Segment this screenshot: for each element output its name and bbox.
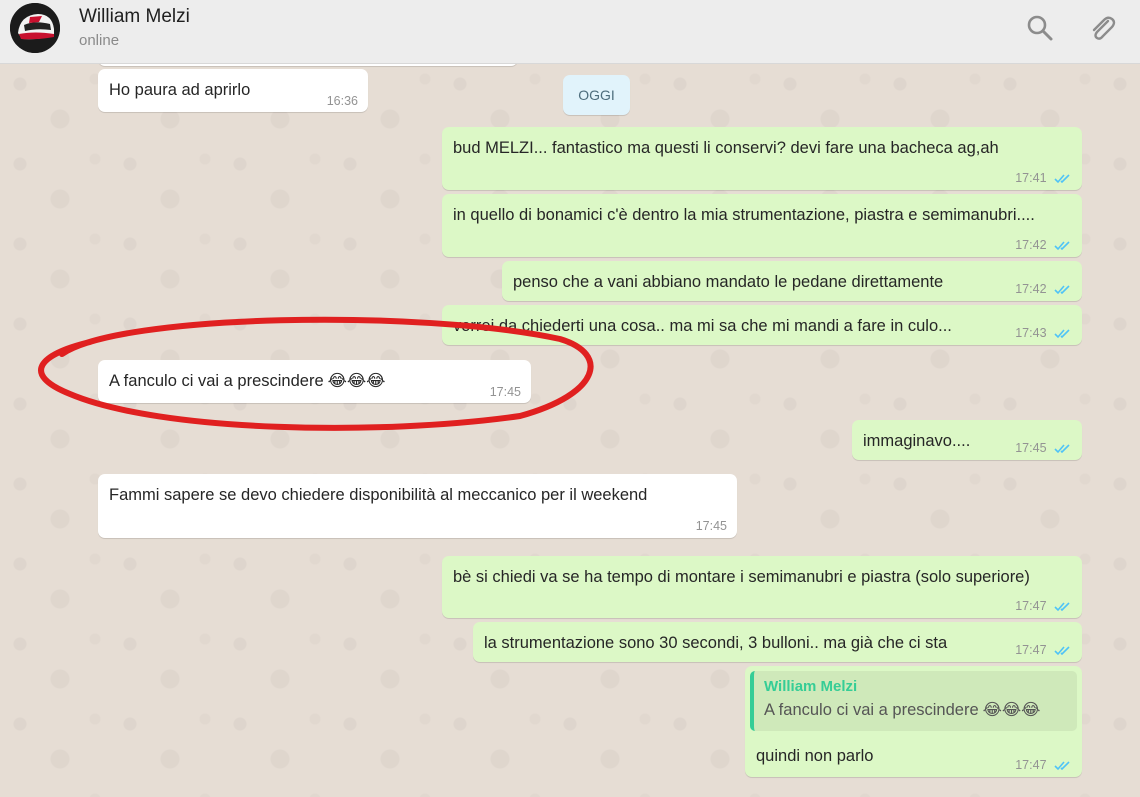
message-text: quindi non parlo xyxy=(756,747,874,765)
search-icon[interactable] xyxy=(1024,12,1056,44)
read-ticks-icon xyxy=(1054,285,1070,295)
message-text: bud MELZI... fantastico ma questi li con… xyxy=(453,139,999,157)
message-time: 17:45 xyxy=(489,385,521,399)
message-time: 17:41 xyxy=(1015,171,1047,185)
quote-text: A fanculo ci vai a prescindere 😂😂😂 xyxy=(764,697,1067,723)
read-ticks-icon xyxy=(1054,444,1070,454)
message-bubble-outgoing[interactable]: la strumentazione sono 30 secondi, 3 bul… xyxy=(473,622,1082,662)
message-time: 17:42 xyxy=(1015,238,1047,252)
message-text: bè si chiedi va se ha tempo di montare i… xyxy=(453,568,1030,586)
day-divider: OGGI xyxy=(563,75,630,115)
read-ticks-icon xyxy=(1054,602,1070,612)
read-ticks-icon xyxy=(1054,241,1070,251)
message-text: vorrei da chiederti una cosa.. ma mi sa … xyxy=(453,317,952,335)
read-ticks-icon xyxy=(1054,761,1070,771)
message-text: immaginavo.... xyxy=(863,432,971,450)
quoted-message[interactable]: William Melzi A fanculo ci vai a prescin… xyxy=(750,671,1077,731)
read-ticks-icon xyxy=(1054,174,1070,184)
message-meta: 17:47 xyxy=(1015,643,1072,657)
message-time: 16:36 xyxy=(326,94,358,108)
message-text: A fanculo ci vai a prescindere xyxy=(109,372,324,390)
read-ticks-icon xyxy=(1054,646,1070,656)
message-bubble-clipped xyxy=(98,64,518,66)
message-meta: 17:42 xyxy=(1015,238,1072,252)
message-bubble-outgoing[interactable]: bè si chiedi va se ha tempo di montare i… xyxy=(442,556,1082,618)
message-time: 17:45 xyxy=(695,519,727,533)
message-meta: 17:47 xyxy=(1015,758,1072,772)
message-bubble-outgoing[interactable]: bud MELZI... fantastico ma questi li con… xyxy=(442,127,1082,190)
message-text: Ho paura ad aprirlo xyxy=(109,81,251,99)
message-meta: 17:42 xyxy=(1015,282,1072,296)
helmet-avatar-icon xyxy=(10,3,60,53)
message-meta: 17:43 xyxy=(1015,326,1072,340)
message-meta: 17:45 xyxy=(1015,441,1072,455)
avatar[interactable] xyxy=(10,3,60,53)
message-time: 17:45 xyxy=(1015,441,1047,455)
message-time: 17:47 xyxy=(1015,643,1047,657)
message-meta: 17:47 xyxy=(1015,599,1072,613)
chat-panel[interactable]: Ho paura ad aprirlo 16:36 OGGI bud MELZI… xyxy=(0,64,1140,797)
message-bubble-outgoing[interactable]: in quello di bonamici c'è dentro la mia … xyxy=(442,194,1082,257)
message-text: Fammi sapere se devo chiedere disponibil… xyxy=(109,486,648,504)
message-time: 17:47 xyxy=(1015,599,1047,613)
message-bubble-outgoing[interactable]: immaginavo.... 17:45 xyxy=(852,420,1082,460)
message-time: 17:43 xyxy=(1015,326,1047,340)
quote-text-body: A fanculo ci vai a prescindere xyxy=(764,701,979,719)
chat-header: William Melzi online xyxy=(0,0,1140,64)
message-text: la strumentazione sono 30 secondi, 3 bul… xyxy=(484,634,948,652)
contact-name[interactable]: William Melzi xyxy=(79,6,190,28)
message-text: penso che a vani abbiano mandato le peda… xyxy=(513,273,944,291)
message-time: 17:42 xyxy=(1015,282,1047,296)
message-time: 17:47 xyxy=(1015,758,1047,772)
message-text: in quello di bonamici c'è dentro la mia … xyxy=(453,206,1035,224)
message-bubble-incoming[interactable]: Ho paura ad aprirlo 16:36 xyxy=(98,69,368,112)
paperclip-icon[interactable] xyxy=(1086,12,1118,44)
message-bubble-outgoing-reply[interactable]: William Melzi A fanculo ci vai a prescin… xyxy=(745,666,1082,777)
message-bubble-incoming[interactable]: A fanculo ci vai a prescindere 😂😂😂 17:45 xyxy=(98,360,531,403)
read-ticks-icon xyxy=(1054,329,1070,339)
message-meta: 17:41 xyxy=(1015,171,1072,185)
contact-status: online xyxy=(79,32,120,49)
message-bubble-incoming[interactable]: Fammi sapere se devo chiedere disponibil… xyxy=(98,474,737,538)
laughing-emoji-icon: 😂😂😂 xyxy=(327,372,386,390)
message-bubble-outgoing[interactable]: penso che a vani abbiano mandato le peda… xyxy=(502,261,1082,301)
quote-author: William Melzi xyxy=(764,678,858,695)
message-bubble-outgoing[interactable]: vorrei da chiederti una cosa.. ma mi sa … xyxy=(442,305,1082,345)
laughing-emoji-icon: 😂😂😂 xyxy=(982,701,1041,719)
